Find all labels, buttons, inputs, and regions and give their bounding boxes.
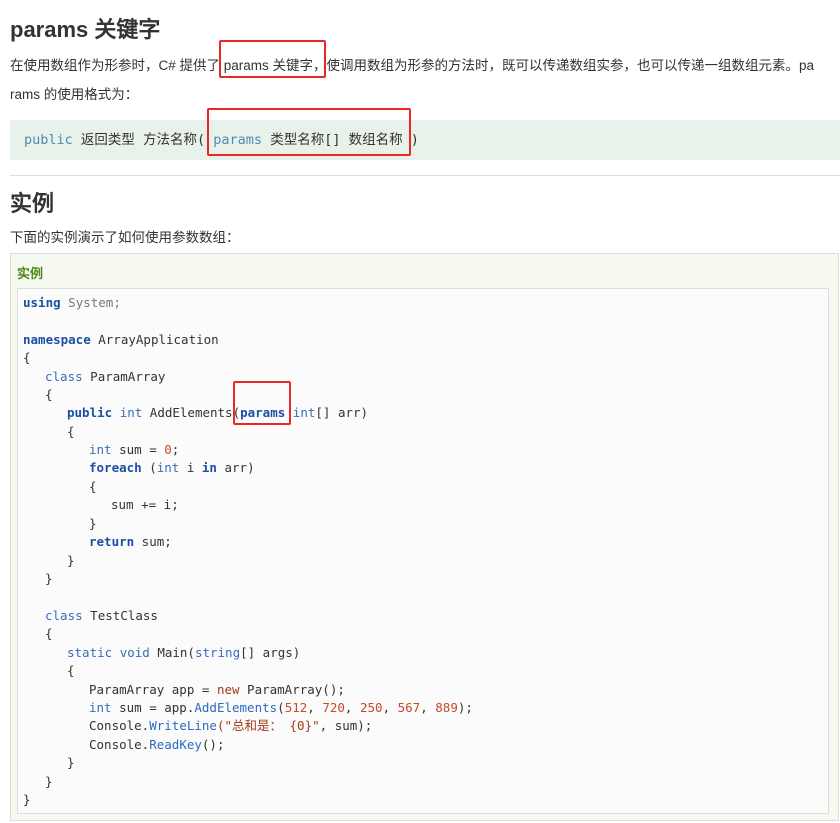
code-line: {: [67, 424, 75, 439]
code-line: public int AddElements(params int[] arr): [67, 381, 368, 425]
code-block: using System; namespace ArrayApplication…: [17, 288, 829, 814]
code-line: using System;: [23, 295, 121, 310]
code-line: namespace ArrayApplication: [23, 332, 219, 347]
syntax-close: ): [402, 132, 419, 148]
divider: [10, 175, 840, 176]
code-line: {: [89, 479, 97, 494]
code-line: sum += i;: [111, 497, 179, 512]
intro-paragraph-line1: 在使用数组作为形参时，C# 提供了 params 关键字 ，使调用数组为形参的方法…: [10, 40, 815, 78]
code-line: ParamArray app = new ParamArray();: [89, 682, 345, 697]
code-params-highlight: params: [233, 381, 292, 425]
example-box: 实例 using System; namespace ArrayApplicat…: [10, 253, 839, 821]
syntax-params: params: [213, 132, 263, 148]
code-line: }: [67, 553, 75, 568]
code-line: {: [45, 626, 53, 641]
code-line: foreach (int i in arr): [89, 460, 255, 475]
code-line: return sum;: [89, 534, 172, 549]
syntax-block: public 返回类型 方法名称( params 类型名称[] 数组名称 ): [10, 108, 840, 160]
intro-text-before: 在使用数组作为形参时，C# 提供了: [10, 58, 224, 73]
code-line: {: [23, 350, 31, 365]
syntax-params-highlight: params 类型名称[] 数组名称: [207, 108, 412, 160]
syntax-public: public: [24, 132, 73, 148]
code-line: static void Main(string[] args): [67, 645, 301, 660]
params-keyword-highlight: params 关键字: [218, 40, 326, 78]
syntax-type-array: 类型名称[] 数组名称: [262, 132, 403, 148]
code-line: int sum = app.AddElements(512, 720, 250,…: [89, 700, 473, 715]
code-line: }: [45, 774, 53, 789]
code-line: }: [23, 792, 31, 807]
code-line: }: [67, 755, 75, 770]
syntax-return-method: 返回类型 方法名称(: [72, 132, 214, 148]
code-line: class ParamArray: [45, 369, 166, 384]
intro-paragraph-line2: rams 的使用格式为：: [10, 87, 139, 102]
code-line: }: [45, 571, 53, 586]
code-line: {: [67, 663, 75, 678]
section-title-example: 实例: [10, 191, 55, 216]
code-line: Console.ReadKey();: [89, 737, 225, 752]
example-description: 下面的实例演示了如何使用参数数组：: [10, 230, 240, 245]
params-keyword-text: params 关键字: [223, 58, 314, 73]
section-title-params: params 关键字: [10, 17, 161, 42]
code-line: }: [89, 516, 97, 531]
code-line: {: [45, 387, 53, 402]
code-line: int sum = 0;: [89, 442, 180, 457]
code-line: Console.WriteLine("总和是： {0}", sum);: [89, 718, 373, 733]
code-line: class TestClass: [45, 608, 158, 623]
intro-text-after: ，使调用数组为形参的方法时，既可以传递数组实参，也可以传递一组数组元素。pa: [313, 58, 815, 73]
example-label: 实例: [17, 266, 44, 281]
